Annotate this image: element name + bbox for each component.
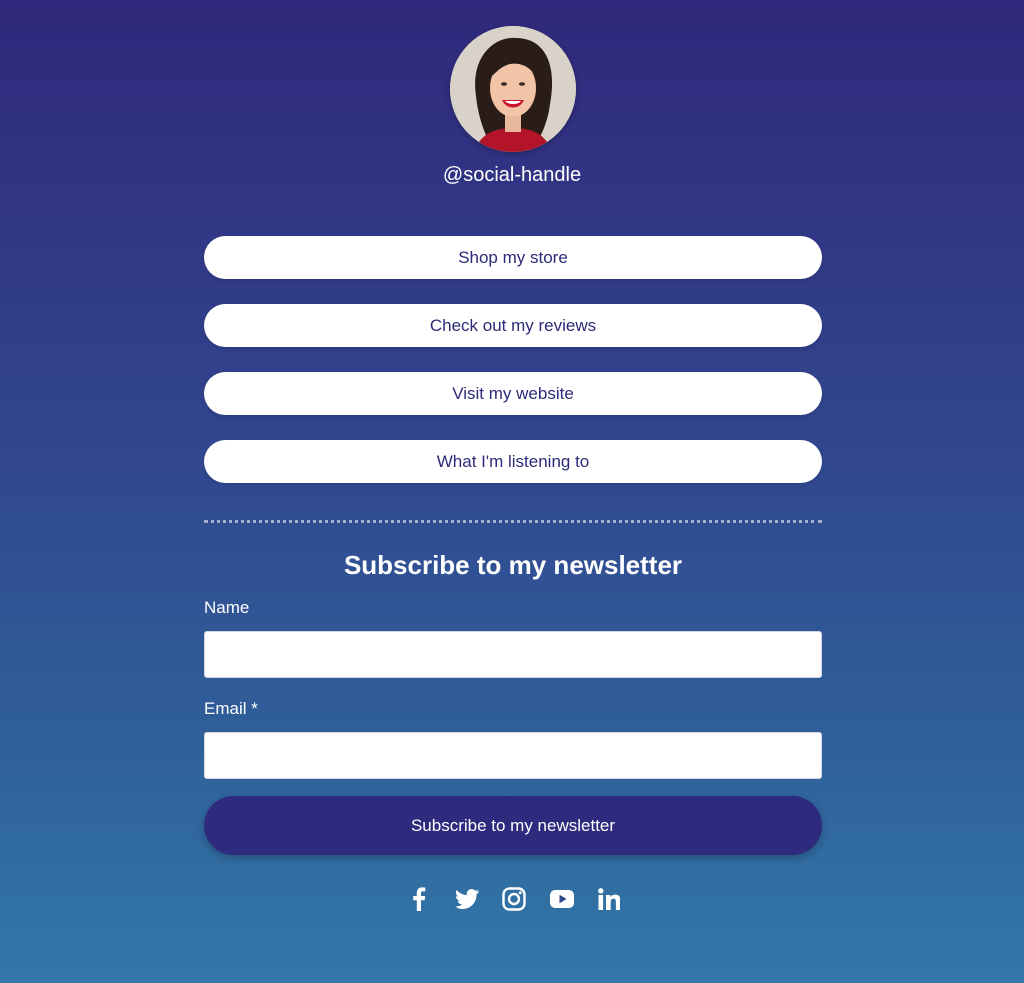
subscribe-button[interactable]: Subscribe to my newsletter bbox=[204, 796, 822, 855]
avatar bbox=[450, 26, 576, 152]
twitter-icon[interactable] bbox=[452, 884, 482, 914]
link-button-website[interactable]: Visit my website bbox=[204, 372, 822, 415]
link-button-reviews[interactable]: Check out my reviews bbox=[204, 304, 822, 347]
instagram-icon[interactable] bbox=[499, 884, 529, 914]
avatar-photo bbox=[450, 26, 576, 152]
youtube-icon[interactable] bbox=[547, 884, 577, 914]
link-button-label: Shop my store bbox=[458, 247, 568, 267]
newsletter-title: Subscribe to my newsletter bbox=[343, 550, 683, 580]
link-in-bio-page: @social-handle Shop my store Check out m… bbox=[0, 0, 1024, 983]
subscribe-button-label: Subscribe to my newsletter bbox=[410, 815, 616, 835]
name-field[interactable] bbox=[204, 631, 822, 678]
linkedin-icon[interactable] bbox=[594, 884, 624, 914]
link-button-listening[interactable]: What I'm listening to bbox=[204, 440, 822, 483]
facebook-icon[interactable] bbox=[404, 884, 434, 914]
dotted-divider bbox=[204, 520, 822, 523]
social-links bbox=[404, 884, 624, 914]
link-button-shop[interactable]: Shop my store bbox=[204, 236, 822, 279]
name-label: Name bbox=[204, 598, 250, 617]
social-handle: @social-handle bbox=[442, 164, 582, 186]
link-button-label: Visit my website bbox=[452, 383, 574, 403]
link-button-label: Check out my reviews bbox=[429, 315, 597, 335]
email-label: Email * bbox=[204, 699, 258, 718]
email-field[interactable] bbox=[204, 732, 822, 779]
link-button-label: What I'm listening to bbox=[436, 451, 590, 471]
